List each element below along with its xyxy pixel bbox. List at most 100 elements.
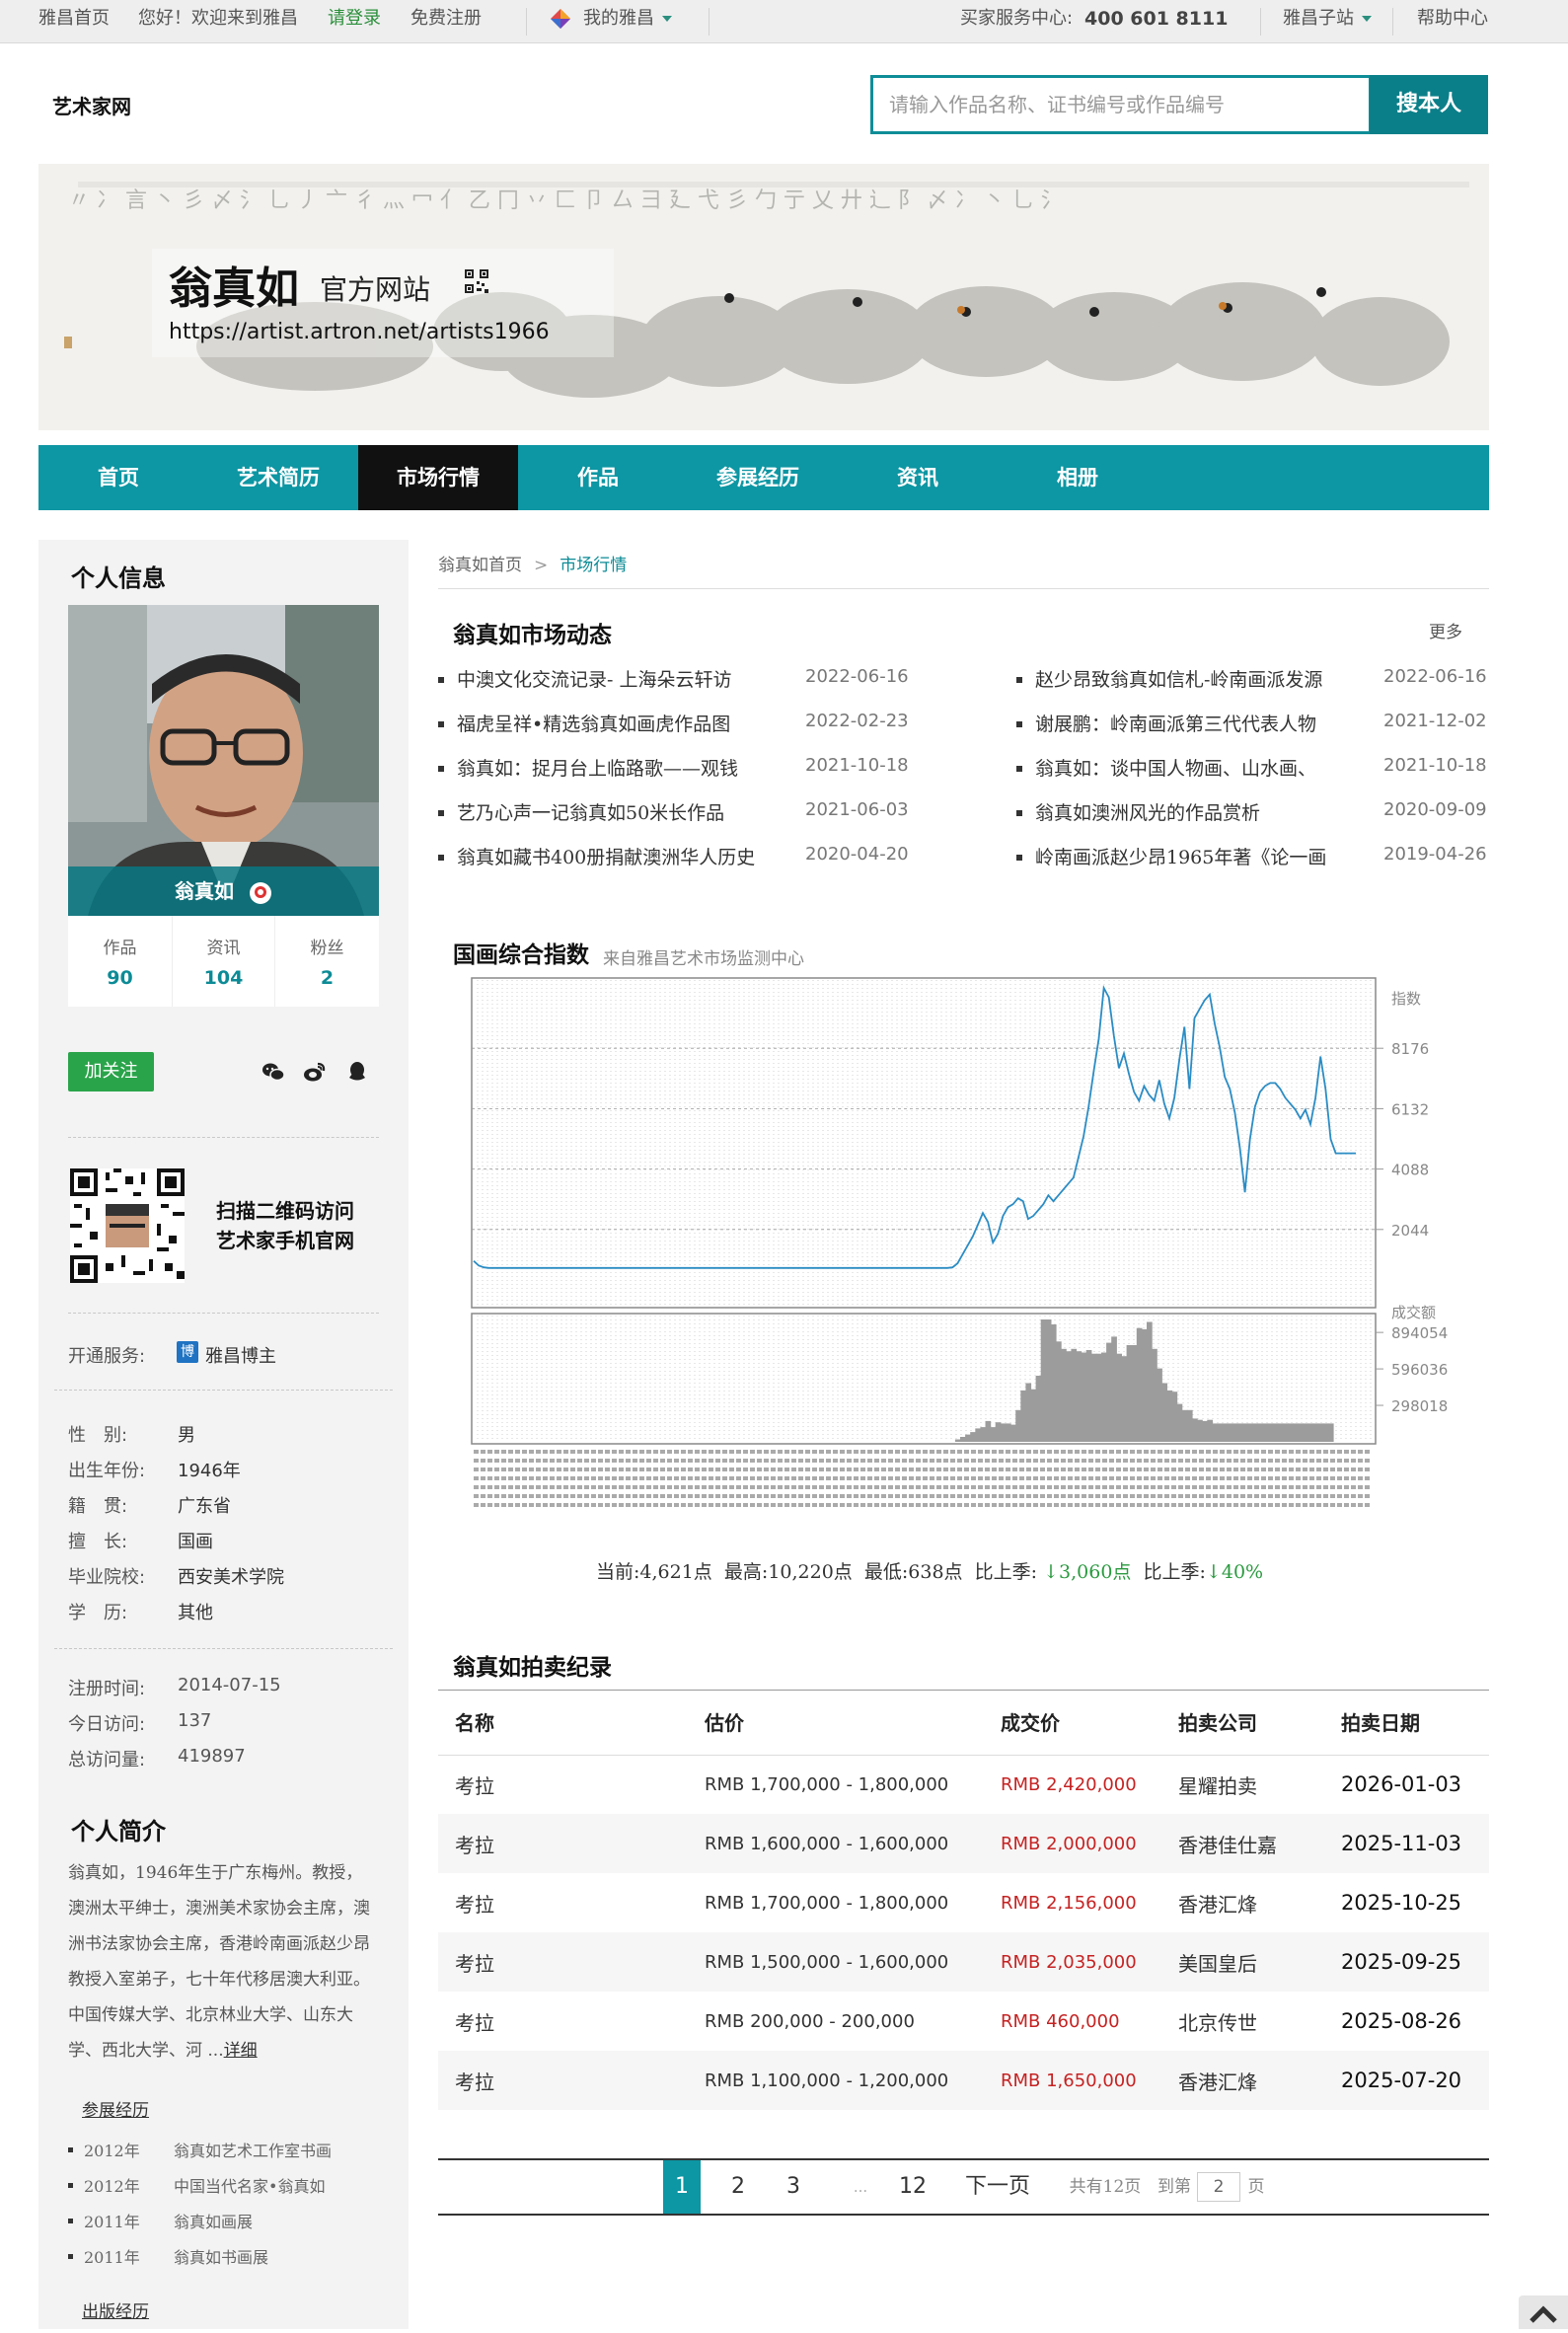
artwork-name[interactable]: 考拉 xyxy=(438,1932,688,1992)
help-center-link[interactable]: 帮助中心 xyxy=(1417,0,1488,43)
table-row[interactable]: 考拉 RMB 1,100,000 - 1,200,000 RMB 1,650,000… xyxy=(438,2051,1489,2110)
page-button[interactable]: 2 xyxy=(719,2160,757,2214)
nav-home[interactable]: 首页 xyxy=(38,445,198,510)
artwork-name[interactable]: 考拉 xyxy=(438,1873,688,1932)
page-button[interactable]: 3 xyxy=(775,2160,812,2214)
auction-title: 翁真如拍卖纪录 xyxy=(453,1655,612,1681)
news-link[interactable]: 福虎呈祥•精选翁真如画虎作品图 xyxy=(457,710,730,736)
volume-bar xyxy=(1267,1423,1274,1442)
site-logo[interactable]: 艺术家网 xyxy=(52,91,131,119)
news-link[interactable]: 岭南画派赵少昂1965年著《论一画 xyxy=(1035,843,1326,869)
index-tick-label: 2044 xyxy=(1391,1222,1429,1240)
news-link[interactable]: 翁真如藏书400册捐献澳洲华人历史 xyxy=(457,843,755,869)
breadcrumb-home[interactable]: 翁真如首页 xyxy=(438,556,522,575)
search-input[interactable]: 请输入作品名称、证书编号或作品编号 xyxy=(870,75,1372,134)
visit-label: 今日访问: xyxy=(68,1714,146,1735)
volume-bar xyxy=(1232,1423,1238,1442)
news-date: 2022-06-16 xyxy=(805,666,909,687)
weibo-icon[interactable] xyxy=(303,1060,327,1084)
volume-bar xyxy=(1101,1352,1107,1442)
news-link[interactable]: 中澳文化交流记录- 上海朵云轩访 xyxy=(457,665,731,692)
goto-page-input[interactable]: 2 xyxy=(1197,2172,1240,2202)
volume-bar xyxy=(1288,1423,1294,1442)
welcome-text: 您好！欢迎来到雅昌 xyxy=(138,8,298,29)
artron-logo-icon xyxy=(551,9,570,29)
nav-works[interactable]: 作品 xyxy=(518,445,678,510)
sub-sites-menu[interactable]: 雅昌子站 xyxy=(1283,0,1372,43)
stats-panel: 作品 90 资讯 104 粉丝 2 xyxy=(68,916,379,1007)
qr-code-icon[interactable] xyxy=(465,269,488,293)
page-button[interactable]: 1 xyxy=(663,2160,701,2214)
stat-works[interactable]: 作品 90 xyxy=(68,916,172,1007)
col-header: 成交价 xyxy=(984,1690,1161,1756)
artwork-name[interactable]: 考拉 xyxy=(438,1814,688,1873)
info-value: 国画 xyxy=(178,1532,213,1552)
register-link[interactable]: 免费注册 xyxy=(411,0,482,43)
nav-market[interactable]: 市场行情 xyxy=(358,445,518,510)
news-link[interactable]: 谢展鹏：岭南画派第三代代表人物 xyxy=(1035,710,1316,736)
summary-qoq-value: ↓3,060点 xyxy=(1043,1561,1132,1583)
my-artron-menu[interactable]: 我的雅昌 xyxy=(550,0,672,43)
volume-bar xyxy=(1085,1350,1092,1442)
news-link[interactable]: 翁真如：谈中国人物画、山水画、 xyxy=(1035,754,1316,781)
search-button[interactable]: 搜本人 xyxy=(1370,75,1488,134)
auction-table: 名称 估价 成交价 拍卖公司 拍卖日期 考拉 RMB 1,700,000 - 1,… xyxy=(438,1690,1489,2110)
stat-news[interactable]: 资讯 104 xyxy=(172,916,275,1007)
next-page-button[interactable]: 下一页 xyxy=(961,2160,1034,2214)
page-button[interactable]: 12 xyxy=(891,2160,934,2214)
divider xyxy=(68,1137,379,1138)
nav-news[interactable]: 资讯 xyxy=(838,445,998,510)
table-row[interactable]: 考拉 RMB 1,700,000 - 1,800,000 RMB 2,420,000… xyxy=(438,1755,1489,1814)
volume-bar xyxy=(1157,1368,1162,1442)
artron-home-link[interactable]: 雅昌首页 xyxy=(38,0,110,43)
volume-bar xyxy=(1152,1348,1157,1442)
exhibition-link[interactable]: 翁真如书画展 xyxy=(174,2244,268,2268)
volume-bar xyxy=(1061,1348,1067,1442)
more-link[interactable]: 更多 xyxy=(1429,618,1462,642)
exhibition-history-link[interactable]: 参展经历 xyxy=(82,2096,149,2121)
nav-album[interactable]: 相册 xyxy=(998,445,1157,510)
volume-bar xyxy=(954,1439,961,1442)
exhibition-link[interactable]: 翁真如艺术工作室书画 xyxy=(174,2138,332,2161)
volume-bar xyxy=(1282,1423,1289,1442)
qq-icon[interactable] xyxy=(345,1060,369,1084)
index-source: 来自雅昌艺术市场监测中心 xyxy=(603,949,804,969)
artwork-name[interactable]: 考拉 xyxy=(438,2051,688,2110)
table-row[interactable]: 考拉 RMB 1,500,000 - 1,600,000 RMB 2,035,000… xyxy=(438,1932,1489,1992)
table-row[interactable]: 考拉 RMB 1,600,000 - 1,600,000 RMB 2,000,000… xyxy=(438,1814,1489,1873)
exhibition-link[interactable]: 中国当代名家•翁真如 xyxy=(174,2173,325,2197)
exhibition-year: 2011年 xyxy=(84,2213,140,2231)
stat-fans[interactable]: 粉丝 2 xyxy=(275,916,379,1007)
follow-button[interactable]: 加关注 xyxy=(68,1052,154,1091)
wechat-icon[interactable] xyxy=(261,1060,285,1084)
news-link[interactable]: 艺乃心声一记翁真如50米长作品 xyxy=(457,798,724,825)
intro-text: 翁真如，1946年生于广东梅州。教授，澳洲太平绅士，澳洲美术家协会主席，澳洲书法… xyxy=(68,1855,379,2069)
market-news-title: 翁真如市场动态 xyxy=(453,623,612,648)
chevron-up-icon xyxy=(1530,2305,1557,2323)
volume-bar xyxy=(1277,1423,1284,1442)
news-date: 2022-06-16 xyxy=(1383,666,1487,687)
back-to-top-button[interactable] xyxy=(1519,2295,1568,2329)
news-link[interactable]: 翁真如澳洲风光的作品赏析 xyxy=(1035,798,1260,825)
artist-site-url[interactable]: https://artist.artron.net/artists1966 xyxy=(169,320,550,344)
artwork-name[interactable]: 考拉 xyxy=(438,1992,688,2051)
publication-history-link[interactable]: 出版经历 xyxy=(82,2297,149,2322)
volume-bar xyxy=(1071,1348,1078,1442)
news-link[interactable]: 翁真如：捉月台上临路歌——观钱 xyxy=(457,754,738,781)
table-row[interactable]: 考拉 RMB 1,700,000 - 1,800,000 RMB 2,156,000… xyxy=(438,1873,1489,1932)
breadcrumb: 翁真如首页 > 市场行情 xyxy=(438,551,627,575)
artwork-name[interactable]: 考拉 xyxy=(438,1755,688,1814)
page-ellipsis: ... xyxy=(853,2178,868,2196)
service-value[interactable]: 雅昌博主 xyxy=(205,1342,276,1368)
news-link[interactable]: 赵少昂致翁真如信札-岭南画派发源 xyxy=(1035,665,1322,692)
volume-bar xyxy=(1303,1423,1309,1442)
exhibition-link[interactable]: 翁真如画展 xyxy=(174,2209,253,2232)
chevron-down-icon xyxy=(1362,16,1372,22)
intro-more-link[interactable]: 详细 xyxy=(224,2041,258,2061)
table-row[interactable]: 考拉 RMB 200,000 - 200,000 RMB 460,000 北京传世 20… xyxy=(438,1992,1489,2051)
nav-exhibitions[interactable]: 参展经历 xyxy=(678,445,838,510)
nav-biography[interactable]: 艺术简历 xyxy=(198,445,358,510)
login-link[interactable]: 请登录 xyxy=(328,0,381,43)
bullet xyxy=(438,766,444,772)
date-axis-labels xyxy=(474,1450,1370,1507)
